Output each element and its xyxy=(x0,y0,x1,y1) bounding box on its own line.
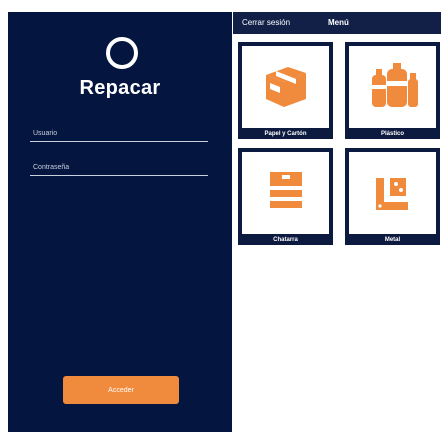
login-screen: Repacar Usuario Contraseña Acceder xyxy=(8,12,232,432)
plastic-bottles-icon xyxy=(371,63,418,107)
tile-label: Chatarra xyxy=(273,237,298,243)
login-button[interactable]: Acceder xyxy=(63,376,179,404)
tile-image xyxy=(242,46,329,128)
tile-chatarra[interactable]: Chatarra xyxy=(238,148,333,245)
logo-ring-icon xyxy=(106,37,138,69)
logout-link[interactable]: Cerrar sesión xyxy=(242,18,290,27)
tile-image xyxy=(349,46,436,128)
metal-parts-icon xyxy=(375,178,408,210)
menu-header: Cerrar sesión Menú xyxy=(233,12,441,34)
tile-metal[interactable]: Metal xyxy=(345,148,440,245)
password-field[interactable] xyxy=(30,175,208,176)
username-label[interactable]: Usuario xyxy=(33,130,57,137)
password-label[interactable]: Contraseña xyxy=(33,164,69,171)
tile-image xyxy=(242,152,329,234)
username-field[interactable] xyxy=(30,141,208,142)
tile-label: Papel y Cartón xyxy=(264,131,307,137)
tile-label: Metal xyxy=(384,237,401,243)
tile-papel-carton[interactable]: Papel y Cartón xyxy=(238,42,333,139)
tile-plastico[interactable]: Plástico xyxy=(345,42,440,139)
cardboard-box-icon xyxy=(265,67,306,107)
menu-screen: Cerrar sesión Menú Papel y Cartón Plásti… xyxy=(233,12,441,432)
menu-title: Menú xyxy=(328,18,349,27)
tile-image xyxy=(349,152,436,234)
scrap-stack-icon xyxy=(269,172,302,208)
brand-title: Repacar xyxy=(79,77,161,99)
tile-label: Plástico xyxy=(380,131,404,137)
